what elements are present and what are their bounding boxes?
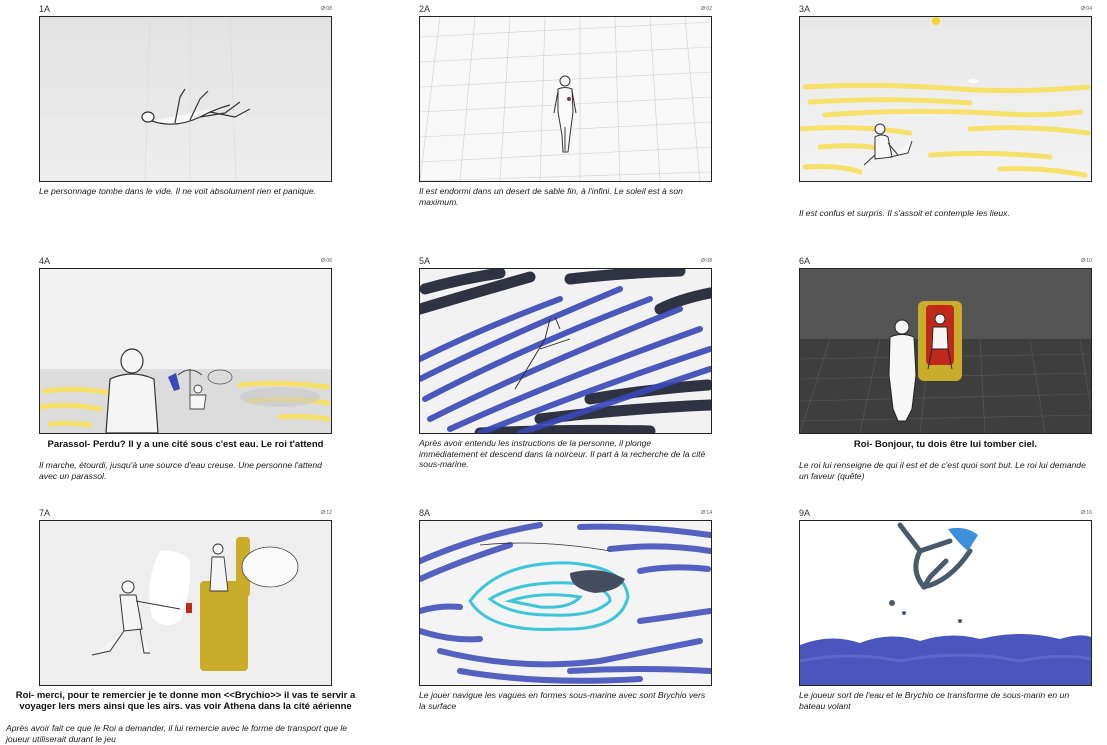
panel-timecode: Ø:14 [701, 510, 712, 516]
frame-submarine-waves [419, 520, 712, 686]
panel-number: 4A [39, 256, 51, 266]
panel-number: 3A [799, 4, 811, 14]
panel-caption: Il est endormi dans un desert de sable f… [419, 186, 683, 207]
panel-number: 8A [419, 508, 431, 518]
panel-timecode: Ø:16 [1081, 510, 1092, 516]
panel-caption: Après avoir entendu les instructions de … [419, 438, 706, 469]
dark-water-strokes [420, 269, 711, 433]
panel-caption: Le jouer navigue les vagues en formes so… [419, 690, 706, 711]
panel-dialogue: Roi- Bonjour, tu dois être lui tomber ci… [853, 439, 1038, 450]
panel-number: 7A [39, 508, 51, 518]
panel-timecode: Ø:12 [321, 510, 332, 516]
sand-streaks [800, 82, 1091, 178]
water-surface [800, 634, 1091, 685]
panel-caption: Il est confus et surpris. Il s'assoit et… [799, 208, 1010, 218]
frame-king-gift [39, 520, 332, 686]
panel-number: 2A [419, 4, 431, 14]
standing-figure [553, 75, 577, 153]
frame-diving [419, 268, 712, 434]
panel-caption: Il marche, étourdi, jusqu'à une source d… [39, 460, 322, 481]
panel-number: 9A [799, 508, 811, 518]
panel-timecode: Ø:08 [321, 6, 332, 12]
frame-flying-boat [799, 520, 1092, 686]
panel-timecode: Ø:02 [701, 6, 712, 12]
wave-strokes [420, 522, 711, 684]
frame-grid-desert [419, 16, 712, 182]
frame-king-throne [799, 268, 1092, 434]
panel-dialogue: Roi- merci, pour te remercier je te donn… [15, 690, 356, 712]
frame-falling [39, 16, 332, 182]
panel-dialogue: Parassol- Perdu? Il y a une cité sous c'… [47, 439, 324, 450]
panel-number: 6A [799, 256, 811, 266]
panel-timecode: Ø:06 [321, 258, 332, 264]
water-drops [889, 600, 962, 623]
panel-timecode: Ø:08 [701, 258, 712, 264]
panel-number: 1A [39, 4, 51, 14]
panel-caption: Le personnage tombe dans le vide. Il ne … [39, 186, 317, 196]
panel-caption: Le joueur sort de l'eau et le Brychio ce… [799, 690, 1070, 711]
frame-sitting-confused [799, 16, 1092, 182]
king-figure [209, 543, 229, 592]
panel-timecode: Ø:10 [1081, 258, 1092, 264]
panel-number: 5A [419, 256, 431, 266]
panel-caption: Le roi lui renseigne de qui il est et de… [799, 460, 1086, 481]
panel-timecode: Ø:04 [1081, 6, 1092, 12]
frame-parasol-meeting [39, 268, 332, 434]
player-back-view [105, 348, 159, 433]
panel-caption: Après avoir fait ce que le Roi a demande… [6, 723, 348, 744]
